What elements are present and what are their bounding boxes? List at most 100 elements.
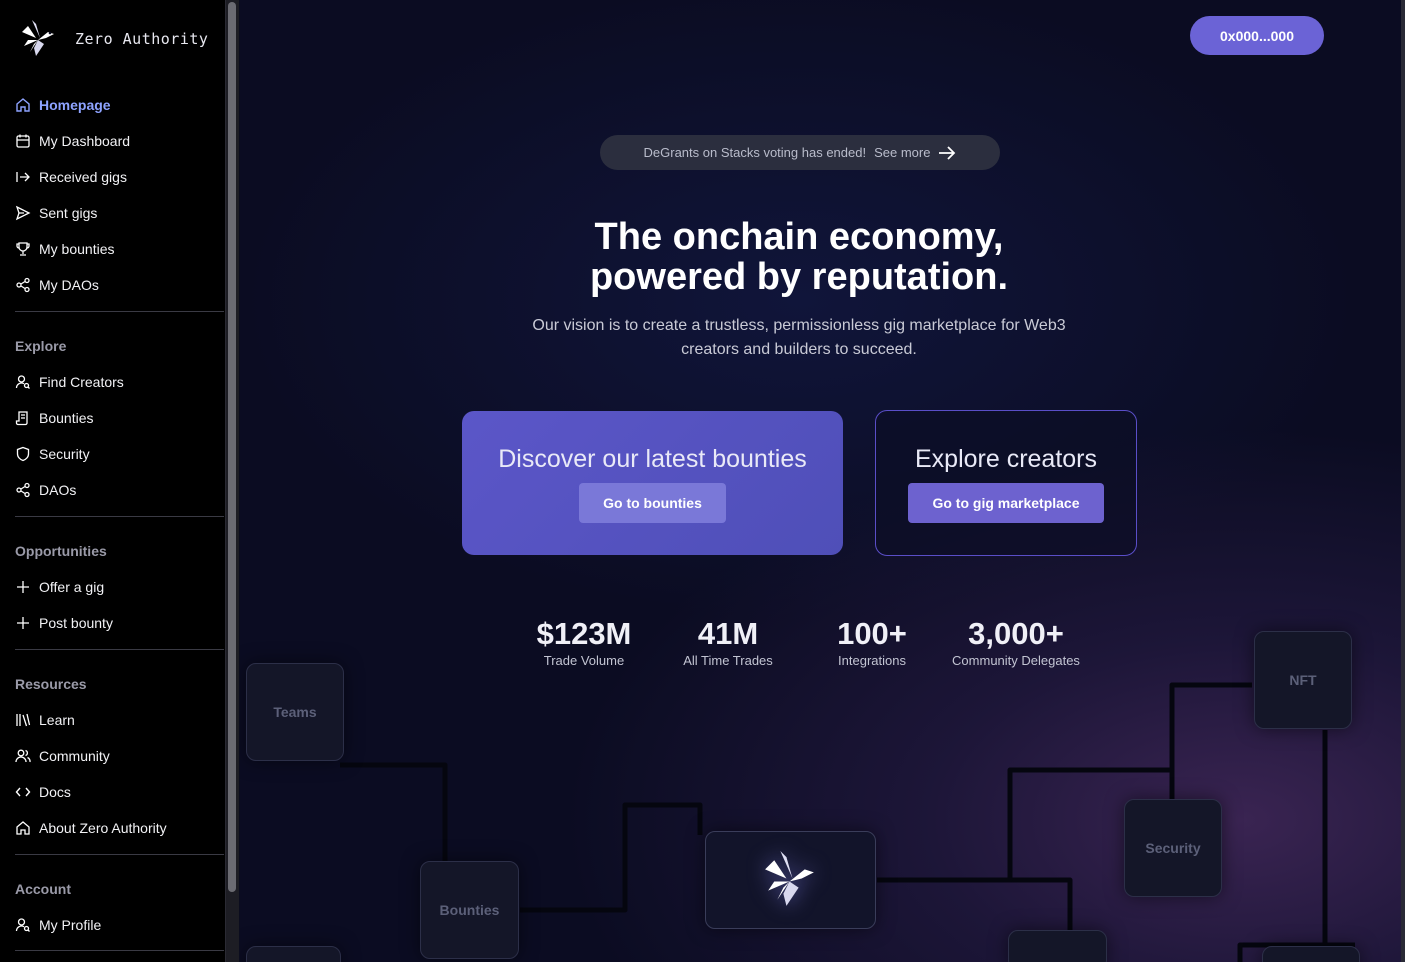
announcement-see-more-link[interactable]: See more <box>874 145 930 160</box>
arrow-right-icon <box>939 145 956 160</box>
user-search-icon <box>15 917 31 933</box>
trophy-icon <box>15 241 31 257</box>
announcement-banner[interactable]: DeGrants on Stacks voting has ended! See… <box>600 135 1000 170</box>
stat-label: Integrations <box>838 653 906 668</box>
stat-value: 3,000+ <box>968 616 1064 651</box>
sidebar-item-label: DAOs <box>39 482 77 498</box>
sidebar-item-label: Post bounty <box>39 615 113 631</box>
send-icon <box>15 205 31 221</box>
announcement-text: DeGrants on Stacks voting has ended! <box>643 145 867 160</box>
diagram-node-nft: NFT <box>1254 631 1352 729</box>
go-to-bounties-button[interactable]: Go to bounties <box>579 483 726 523</box>
sidebar-item-label: Sent gigs <box>39 205 98 221</box>
sidebar-item-label: Offer a gig <box>39 579 105 595</box>
stat-trade-volume: $123M Trade Volume <box>524 616 644 668</box>
diagram-node-partial <box>1262 946 1360 962</box>
diagram-node-bounties: Bounties <box>420 861 519 959</box>
bird-logo-icon <box>22 20 54 56</box>
share-nodes-icon <box>15 482 31 498</box>
hero-title-line1: The onchain economy, <box>594 216 1004 258</box>
sidebar-item-bounties[interactable]: Bounties <box>15 406 220 430</box>
diagram-node-partial <box>1008 930 1107 962</box>
sidebar-item-find-creators[interactable]: Find Creators <box>15 370 220 394</box>
stat-label: All Time Trades <box>683 653 773 668</box>
diagram-node-center <box>705 831 876 929</box>
code-icon <box>15 784 31 800</box>
sidebar-item-post-bounty[interactable]: Post bounty <box>15 611 220 635</box>
hero-title-line2: powered by reputation. <box>589 256 1009 298</box>
sidebar-item-daos[interactable]: DAOs <box>15 478 220 502</box>
bounties-card-title: Discover our latest bounties <box>498 445 807 473</box>
creators-card: Explore creators Go to gig marketplace <box>875 410 1137 556</box>
divider <box>15 854 224 855</box>
sidebar-item-my-daos[interactable]: My DAOs <box>15 273 220 297</box>
wallet-connect-button[interactable]: 0x000...000 <box>1190 16 1324 55</box>
home-icon <box>15 820 31 836</box>
stat-all-time-trades: 41M All Time Trades <box>668 616 788 668</box>
home-icon <box>15 97 31 113</box>
creators-card-title: Explore creators <box>914 445 1098 473</box>
stat-value: 100+ <box>837 616 907 651</box>
divider <box>15 649 224 650</box>
sidebar-item-label: Find Creators <box>39 374 124 390</box>
stat-value: 41M <box>697 616 759 651</box>
diagram-node-teams: Teams <box>246 663 344 761</box>
stat-label: Community Delegates <box>952 653 1080 668</box>
sidebar-item-label: My bounties <box>39 241 115 257</box>
stat-integrations: 100+ Integrations <box>812 616 932 668</box>
stat-community-delegates: 3,000+ Community Delegates <box>940 616 1092 668</box>
sidebar-item-label: Community <box>39 748 110 764</box>
sidebar-item-about[interactable]: About Zero Authority <box>15 816 220 840</box>
sidebar-item-offer-a-gig[interactable]: Offer a gig <box>15 575 220 599</box>
hero-title: The onchain economy, powered by reputati… <box>240 217 1358 297</box>
sidebar-item-sent-gigs[interactable]: Sent gigs <box>15 201 220 225</box>
stat-value: $123M <box>536 616 632 651</box>
divider <box>15 950 224 951</box>
plus-icon <box>15 579 31 595</box>
plus-icon <box>15 615 31 631</box>
sidebar-item-label: Docs <box>39 784 71 800</box>
stat-label: Trade Volume <box>543 653 625 668</box>
sidebar-item-my-profile[interactable]: My Profile <box>15 913 220 937</box>
sidebar-item-label: Received gigs <box>39 169 127 185</box>
sidebar-item-my-bounties[interactable]: My bounties <box>15 237 220 261</box>
user-search-icon <box>15 374 31 390</box>
hero-subtitle-line1: Our vision is to create a trustless, per… <box>532 317 1066 334</box>
sidebar-item-security[interactable]: Security <box>15 442 220 466</box>
sidebar-item-community[interactable]: Community <box>15 744 220 768</box>
sidebar-item-docs[interactable]: Docs <box>15 780 220 804</box>
brand-name: Zero Authority <box>75 30 209 48</box>
sidebar-item-label: About Zero Authority <box>39 820 167 836</box>
sidebar-item-label: Security <box>39 446 90 462</box>
section-title-account: Account <box>15 881 71 897</box>
hero-subtitle: Our vision is to create a trustless, per… <box>502 314 1096 362</box>
sidebar-item-label: My DAOs <box>39 277 99 293</box>
arrow-right-to-line-icon <box>15 169 31 185</box>
window-edge <box>1401 0 1405 962</box>
sidebar-item-label: Homepage <box>39 97 111 113</box>
sidebar-item-label: Bounties <box>39 410 94 426</box>
section-title-explore: Explore <box>15 338 67 354</box>
users-icon <box>15 748 31 764</box>
bounties-card: Discover our latest bounties Go to bount… <box>462 411 843 555</box>
sidebar-scrollbar-thumb[interactable] <box>228 2 236 892</box>
bird-logo-icon <box>764 851 814 906</box>
main-content: Teams Bounties NFT Security 0x000...000 … <box>240 0 1405 962</box>
shield-icon <box>15 446 31 462</box>
section-title-opportunities: Opportunities <box>15 543 107 559</box>
hero-subtitle-line2: creators and builders to succeed. <box>681 341 917 358</box>
brand[interactable]: Zero Authority <box>18 18 208 60</box>
sidebar-item-learn[interactable]: Learn <box>15 708 220 732</box>
diagram-node-security: Security <box>1124 799 1222 897</box>
go-to-gig-marketplace-button[interactable]: Go to gig marketplace <box>908 483 1104 523</box>
sidebar-item-homepage[interactable]: Homepage <box>15 93 220 117</box>
sidebar-item-label: Learn <box>39 712 75 728</box>
sidebar: Zero Authority Homepage My Dashboard Rec… <box>0 0 225 962</box>
divider <box>15 311 224 312</box>
sidebar-item-received-gigs[interactable]: Received gigs <box>15 165 220 189</box>
calendar-icon <box>15 133 31 149</box>
sidebar-item-my-dashboard[interactable]: My Dashboard <box>15 129 220 153</box>
divider <box>15 516 224 517</box>
diagram-node-partial <box>246 946 341 962</box>
share-nodes-icon <box>15 277 31 293</box>
